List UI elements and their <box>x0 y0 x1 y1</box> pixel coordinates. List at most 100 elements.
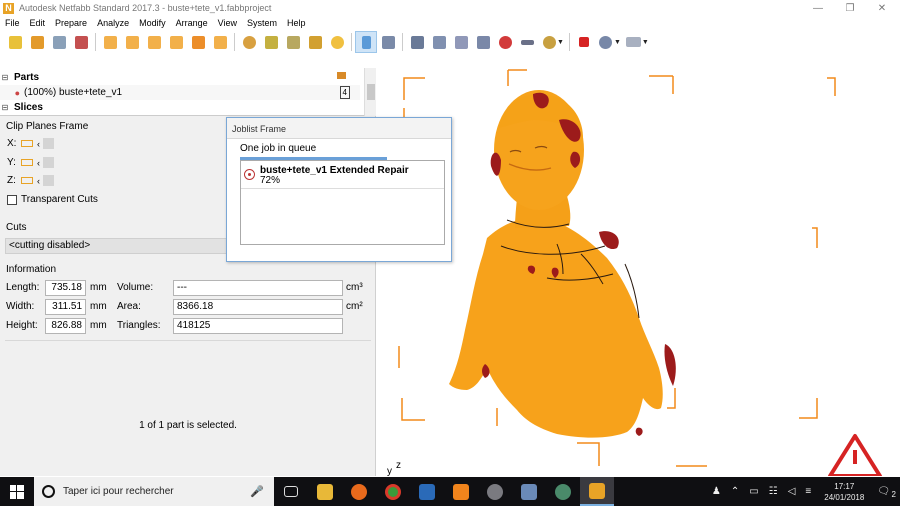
clock[interactable]: 17:17 24/01/2018 <box>824 481 864 503</box>
flat-shading-icon[interactable] <box>516 31 538 53</box>
clip-x-swatch-icon[interactable] <box>21 140 33 147</box>
view-top-icon[interactable] <box>187 31 209 53</box>
cuts-title: Cuts <box>6 222 27 233</box>
minimize-button[interactable]: — <box>802 0 834 16</box>
view-front-icon[interactable] <box>99 31 121 53</box>
wireframe-icon[interactable] <box>450 31 472 53</box>
maximize-button[interactable]: ❐ <box>834 0 866 16</box>
label-dropdown-icon[interactable]: ▼ <box>642 39 649 46</box>
people-tray-icon[interactable]: ♟ <box>712 486 721 497</box>
search-placeholder: Taper ici pour rechercher <box>63 486 174 497</box>
open-folder-icon[interactable] <box>4 31 26 53</box>
menu-system[interactable]: System <box>242 16 282 30</box>
clip-y-arrow-icon[interactable]: ‹ <box>37 158 40 168</box>
area-label: Area: <box>117 301 141 312</box>
shading-icon[interactable] <box>472 31 494 53</box>
fusion-icon[interactable] <box>444 477 478 506</box>
warning-triangle-icon[interactable] <box>828 434 882 476</box>
mesh-icon[interactable] <box>428 31 450 53</box>
chrome-icon[interactable] <box>376 477 410 506</box>
parts-tree: ⊟ Parts ● (100%) buste+tete_v1 4 ⊟ Slice… <box>0 68 376 116</box>
app-icon[interactable] <box>478 477 512 506</box>
transparent-cuts-row[interactable]: Transparent Cuts <box>7 194 98 205</box>
job-item[interactable]: buste+tete_v1 Extended Repair 72% <box>241 161 444 189</box>
menu-analyze[interactable]: Analyze <box>92 16 134 30</box>
slices-label: Slices <box>14 102 43 113</box>
settings-dropdown-icon[interactable]: ▼ <box>614 39 621 46</box>
clip-y-row[interactable]: Y: ‹ <box>7 157 54 168</box>
collapse-icon[interactable]: ⊟ <box>0 73 10 82</box>
language-icon[interactable]: ≡ <box>805 486 811 497</box>
menu-arrange[interactable]: Arrange <box>171 16 213 30</box>
netfabb-logo-icon: N <box>3 2 14 14</box>
menu-edit[interactable]: Edit <box>25 16 51 30</box>
menu-modify[interactable]: Modify <box>134 16 171 30</box>
people-icon[interactable] <box>512 477 546 506</box>
tree-node-parts[interactable]: ⊟ Parts <box>0 70 360 85</box>
expand-icon[interactable]: ⊟ <box>0 103 10 112</box>
measure-icon[interactable] <box>70 31 92 53</box>
view-left-icon[interactable] <box>143 31 165 53</box>
model-render[interactable]: y z <box>377 68 900 476</box>
select-triangles-icon[interactable] <box>377 31 399 53</box>
repair-icon[interactable] <box>48 31 70 53</box>
tree-node-part[interactable]: ● (100%) buste+tete_v1 4 <box>0 85 360 100</box>
joblist-title: Joblist Frame <box>232 124 287 134</box>
area-value: 8366.18 <box>173 299 343 315</box>
close-button[interactable]: ✕ <box>866 0 898 16</box>
firefox-icon[interactable] <box>342 477 376 506</box>
window-title: Autodesk Netfabb Standard 2017.3 - buste… <box>19 3 272 13</box>
shell-icon[interactable] <box>406 31 428 53</box>
zoom-icon[interactable] <box>326 31 348 53</box>
model-torso <box>449 217 663 438</box>
menu-file[interactable]: File <box>0 16 25 30</box>
clip-x-arrow-icon[interactable]: ‹ <box>37 139 40 149</box>
menu-view[interactable]: View <box>213 16 242 30</box>
joblist-dialog[interactable]: Joblist Frame One job in queue buste+tet… <box>226 117 452 262</box>
add-repair-icon[interactable] <box>573 31 595 53</box>
notification-center-icon[interactable]: 🗨 2 <box>877 486 896 499</box>
task-view-icon[interactable] <box>274 477 308 506</box>
zoom-selection-icon[interactable] <box>304 31 326 53</box>
taskbar-search[interactable]: Taper ici pour rechercher 🎤 <box>34 477 274 506</box>
tree-scrollbar[interactable] <box>364 68 376 116</box>
view-right-icon[interactable] <box>165 31 187 53</box>
netfabb-taskbar-icon[interactable] <box>580 477 614 506</box>
clip-z-row[interactable]: Z: ‹ <box>7 175 54 186</box>
clip-y-swatch-icon[interactable] <box>21 159 33 166</box>
battery-icon[interactable]: ▭ <box>749 486 758 497</box>
palette-dropdown-icon[interactable]: ▼ <box>557 39 564 46</box>
menu-help[interactable]: Help <box>282 16 311 30</box>
show-hidden-icons[interactable]: ⌃ <box>731 486 739 497</box>
clip-z-swatch-icon[interactable] <box>21 177 33 184</box>
view-bottom-icon[interactable] <box>209 31 231 53</box>
view-back-icon[interactable] <box>121 31 143 53</box>
clip-z-slider[interactable] <box>43 175 54 186</box>
zoom-all-icon[interactable] <box>282 31 304 53</box>
transparent-cuts-checkbox[interactable] <box>7 194 17 205</box>
joblist-body: One job in queue buste+tete_v1 Extended … <box>227 138 451 261</box>
add-part-icon[interactable] <box>26 31 48 53</box>
job-name: buste+tete_v1 Extended Repair <box>260 165 409 176</box>
clip-x-row[interactable]: X: ‹ <box>7 138 54 149</box>
volume-icon[interactable]: ◁ <box>788 486 796 497</box>
part-label: (100%) buste+tete_v1 <box>24 87 123 98</box>
network-icon[interactable]: ☷ <box>769 486 778 497</box>
file-explorer-icon[interactable] <box>308 477 342 506</box>
tree-node-slices[interactable]: ⊟ Slices <box>0 100 360 115</box>
3d-viewport[interactable]: y z <box>377 68 900 476</box>
clip-y-slider[interactable] <box>43 157 54 168</box>
rotate-view-icon[interactable] <box>238 31 260 53</box>
start-button[interactable] <box>0 477 34 506</box>
web-app-icon[interactable] <box>546 477 580 506</box>
axis-z-label: z <box>396 460 401 471</box>
microphone-icon[interactable]: 🎤 <box>250 485 264 498</box>
menu-prepare[interactable]: Prepare <box>50 16 92 30</box>
clip-x-slider[interactable] <box>43 138 54 149</box>
pan-view-icon[interactable] <box>260 31 282 53</box>
select-pointer-icon[interactable] <box>355 31 377 53</box>
clip-z-arrow-icon[interactable]: ‹ <box>37 176 40 186</box>
store-icon[interactable] <box>410 477 444 506</box>
color-mode-icon[interactable] <box>494 31 516 53</box>
cuts-select[interactable]: <cutting disabled> <box>5 238 227 254</box>
